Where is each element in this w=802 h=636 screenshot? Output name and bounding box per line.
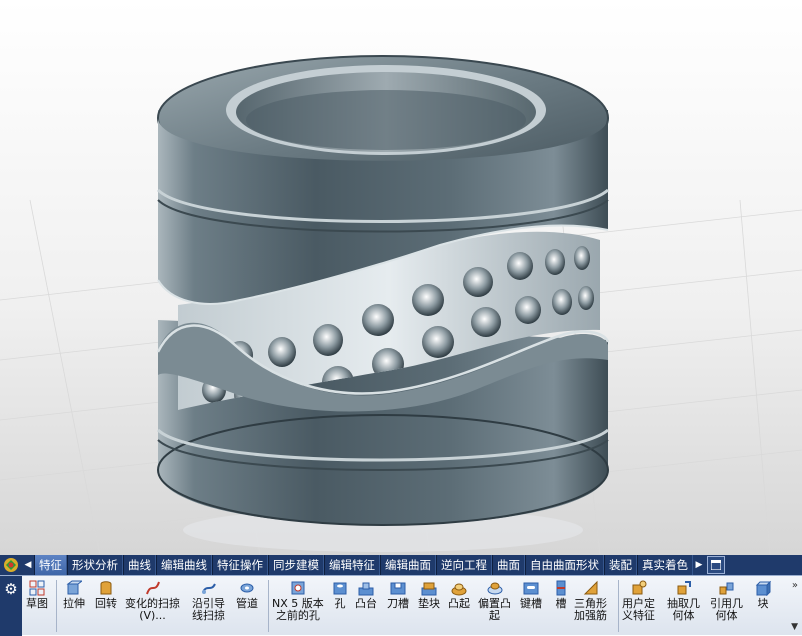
offset-emboss-label: 偏置凸 起 (478, 597, 511, 622)
emboss-icon (451, 583, 467, 596)
instance-geometry-label: 引用几 何体 (710, 597, 743, 622)
boss-label: 凸台 (355, 597, 377, 610)
user-defined-feature-icon (632, 580, 646, 595)
sweep-along-guide-icon (201, 583, 216, 594)
block-label: 块 (757, 597, 769, 610)
sketch-button[interactable]: 草图 (26, 580, 48, 610)
tab-scroll-right-icon[interactable]: ▶ (693, 555, 705, 575)
block-icon (755, 580, 771, 596)
toolbar-separator (618, 580, 619, 632)
extrude-button[interactable]: 拉伸 (63, 580, 85, 610)
slot-label: 键槽 (520, 597, 542, 610)
graphics-viewport[interactable] (0, 0, 802, 555)
extract-geometry-icon (677, 581, 691, 595)
tube-icon (240, 583, 254, 593)
offset-emboss-button[interactable]: 偏置凸 起 (478, 580, 511, 622)
tab-menu-icon[interactable] (707, 556, 725, 574)
boss-button[interactable]: 凸台 (355, 580, 377, 610)
ribbon-options-icon (711, 560, 721, 570)
tab-edit-curve[interactable]: 编辑曲线 (156, 555, 212, 575)
sweep-along-guide-label: 沿引导 线扫掠 (192, 597, 225, 622)
tube-label: 管道 (236, 597, 258, 610)
tube-button[interactable]: 管道 (236, 580, 258, 610)
extrude-icon (66, 580, 82, 595)
extract-geometry-button[interactable]: 抽取几 何体 (667, 580, 700, 622)
legacy-hole-button[interactable]: NX 5 版本 之前的孔 (272, 580, 324, 622)
tab-reverse-engineering[interactable]: 逆向工程 (436, 555, 492, 575)
sketch-label: 草图 (26, 597, 48, 610)
tab-curve[interactable]: 曲线 (123, 555, 156, 575)
emboss-label: 凸起 (448, 597, 470, 610)
revolve-button[interactable]: 回转 (95, 580, 117, 610)
variational-sweep-label: 变化的扫掠 (V)... (125, 597, 180, 622)
hole-button[interactable]: 孔 (332, 580, 348, 610)
bearing-3d-model (0, 0, 802, 555)
hole-label: 孔 (334, 597, 346, 610)
pocket-label: 刀槽 (387, 597, 409, 610)
legacy-hole-label: NX 5 版本 之前的孔 (272, 597, 324, 622)
pad-icon (421, 582, 437, 596)
instance-geometry-button[interactable]: 引用几 何体 (710, 580, 743, 622)
groove-label: 槽 (555, 597, 567, 610)
instance-geometry-icon (719, 582, 733, 595)
user-defined-feature-label: 用户定 义特征 (622, 597, 655, 622)
pocket-button[interactable]: 刀槽 (387, 580, 409, 610)
tab-feature-operation[interactable]: 特征操作 (212, 555, 268, 575)
sweep-along-guide-button[interactable]: 沿引导 线扫掠 (192, 580, 225, 622)
boss-icon (358, 582, 374, 596)
toolbar-options[interactable]: ⚙ (0, 576, 22, 636)
user-defined-feature-button[interactable]: 用户定 义特征 (622, 580, 655, 622)
groove-icon (556, 580, 566, 596)
emboss-button[interactable]: 凸起 (448, 580, 470, 610)
slot-button[interactable]: 键槽 (520, 580, 542, 610)
slot-icon (523, 582, 539, 595)
block-button[interactable]: 块 (755, 580, 771, 610)
toolbar-separator (56, 580, 57, 632)
pad-label: 垫块 (418, 597, 440, 610)
offset-emboss-icon (487, 582, 502, 595)
tab-scroll-left-icon[interactable]: ◀ (22, 555, 34, 575)
legacy-hole-icon (291, 581, 305, 595)
ribbon-tab-bar: ◀ 特征 形状分析 曲线 编辑曲线 特征操作 同步建模 编辑特征 编辑曲面 逆向… (0, 555, 802, 575)
revolve-label: 回转 (95, 597, 117, 610)
sketch-icon (29, 580, 45, 596)
toolbar-dropdown-icon[interactable]: ▼ (791, 622, 798, 632)
tab-surface[interactable]: 曲面 (492, 555, 525, 575)
extract-geometry-label: 抽取几 何体 (667, 597, 700, 622)
tab-edit-feature[interactable]: 编辑特征 (324, 555, 380, 575)
revolve-icon (100, 581, 112, 595)
dart-button[interactable]: 三角形 加强筋 (574, 580, 607, 622)
toolbar-overflow-icon[interactable]: » (792, 580, 798, 591)
pocket-icon (390, 582, 406, 595)
toolbar-separator (268, 580, 269, 632)
nx-logo-icon (4, 558, 18, 572)
groove-button[interactable]: 槽 (553, 580, 569, 610)
pad-button[interactable]: 垫块 (418, 580, 440, 610)
app-menu-button[interactable] (0, 555, 22, 575)
variational-sweep-button[interactable]: 变化的扫掠 (V)... (125, 580, 180, 622)
tab-freeform-shape[interactable]: 自由曲面形状 (525, 555, 604, 575)
tab-list: 特征 形状分析 曲线 编辑曲线 特征操作 同步建模 编辑特征 编辑曲面 逆向工程… (34, 555, 693, 575)
extrude-label: 拉伸 (63, 597, 85, 610)
feature-toolbar: ⚙ 草图 拉伸 回转 变化的扫掠 (V)... 沿引导 线扫掠 管道 NX 5 … (0, 575, 802, 636)
dart-label: 三角形 加强筋 (574, 597, 607, 622)
tab-assembly[interactable]: 装配 (604, 555, 637, 575)
hole-icon (333, 582, 347, 595)
variational-sweep-icon (145, 581, 160, 595)
tab-feature[interactable]: 特征 (34, 555, 67, 575)
tab-true-shading[interactable]: 真实着色 (637, 555, 693, 575)
tab-shape-analysis[interactable]: 形状分析 (67, 555, 123, 575)
tab-edit-surface[interactable]: 编辑曲面 (380, 555, 436, 575)
tab-synchronous-modeling[interactable]: 同步建模 (268, 555, 324, 575)
gear-icon: ⚙ (4, 580, 18, 598)
dart-icon (583, 580, 597, 595)
